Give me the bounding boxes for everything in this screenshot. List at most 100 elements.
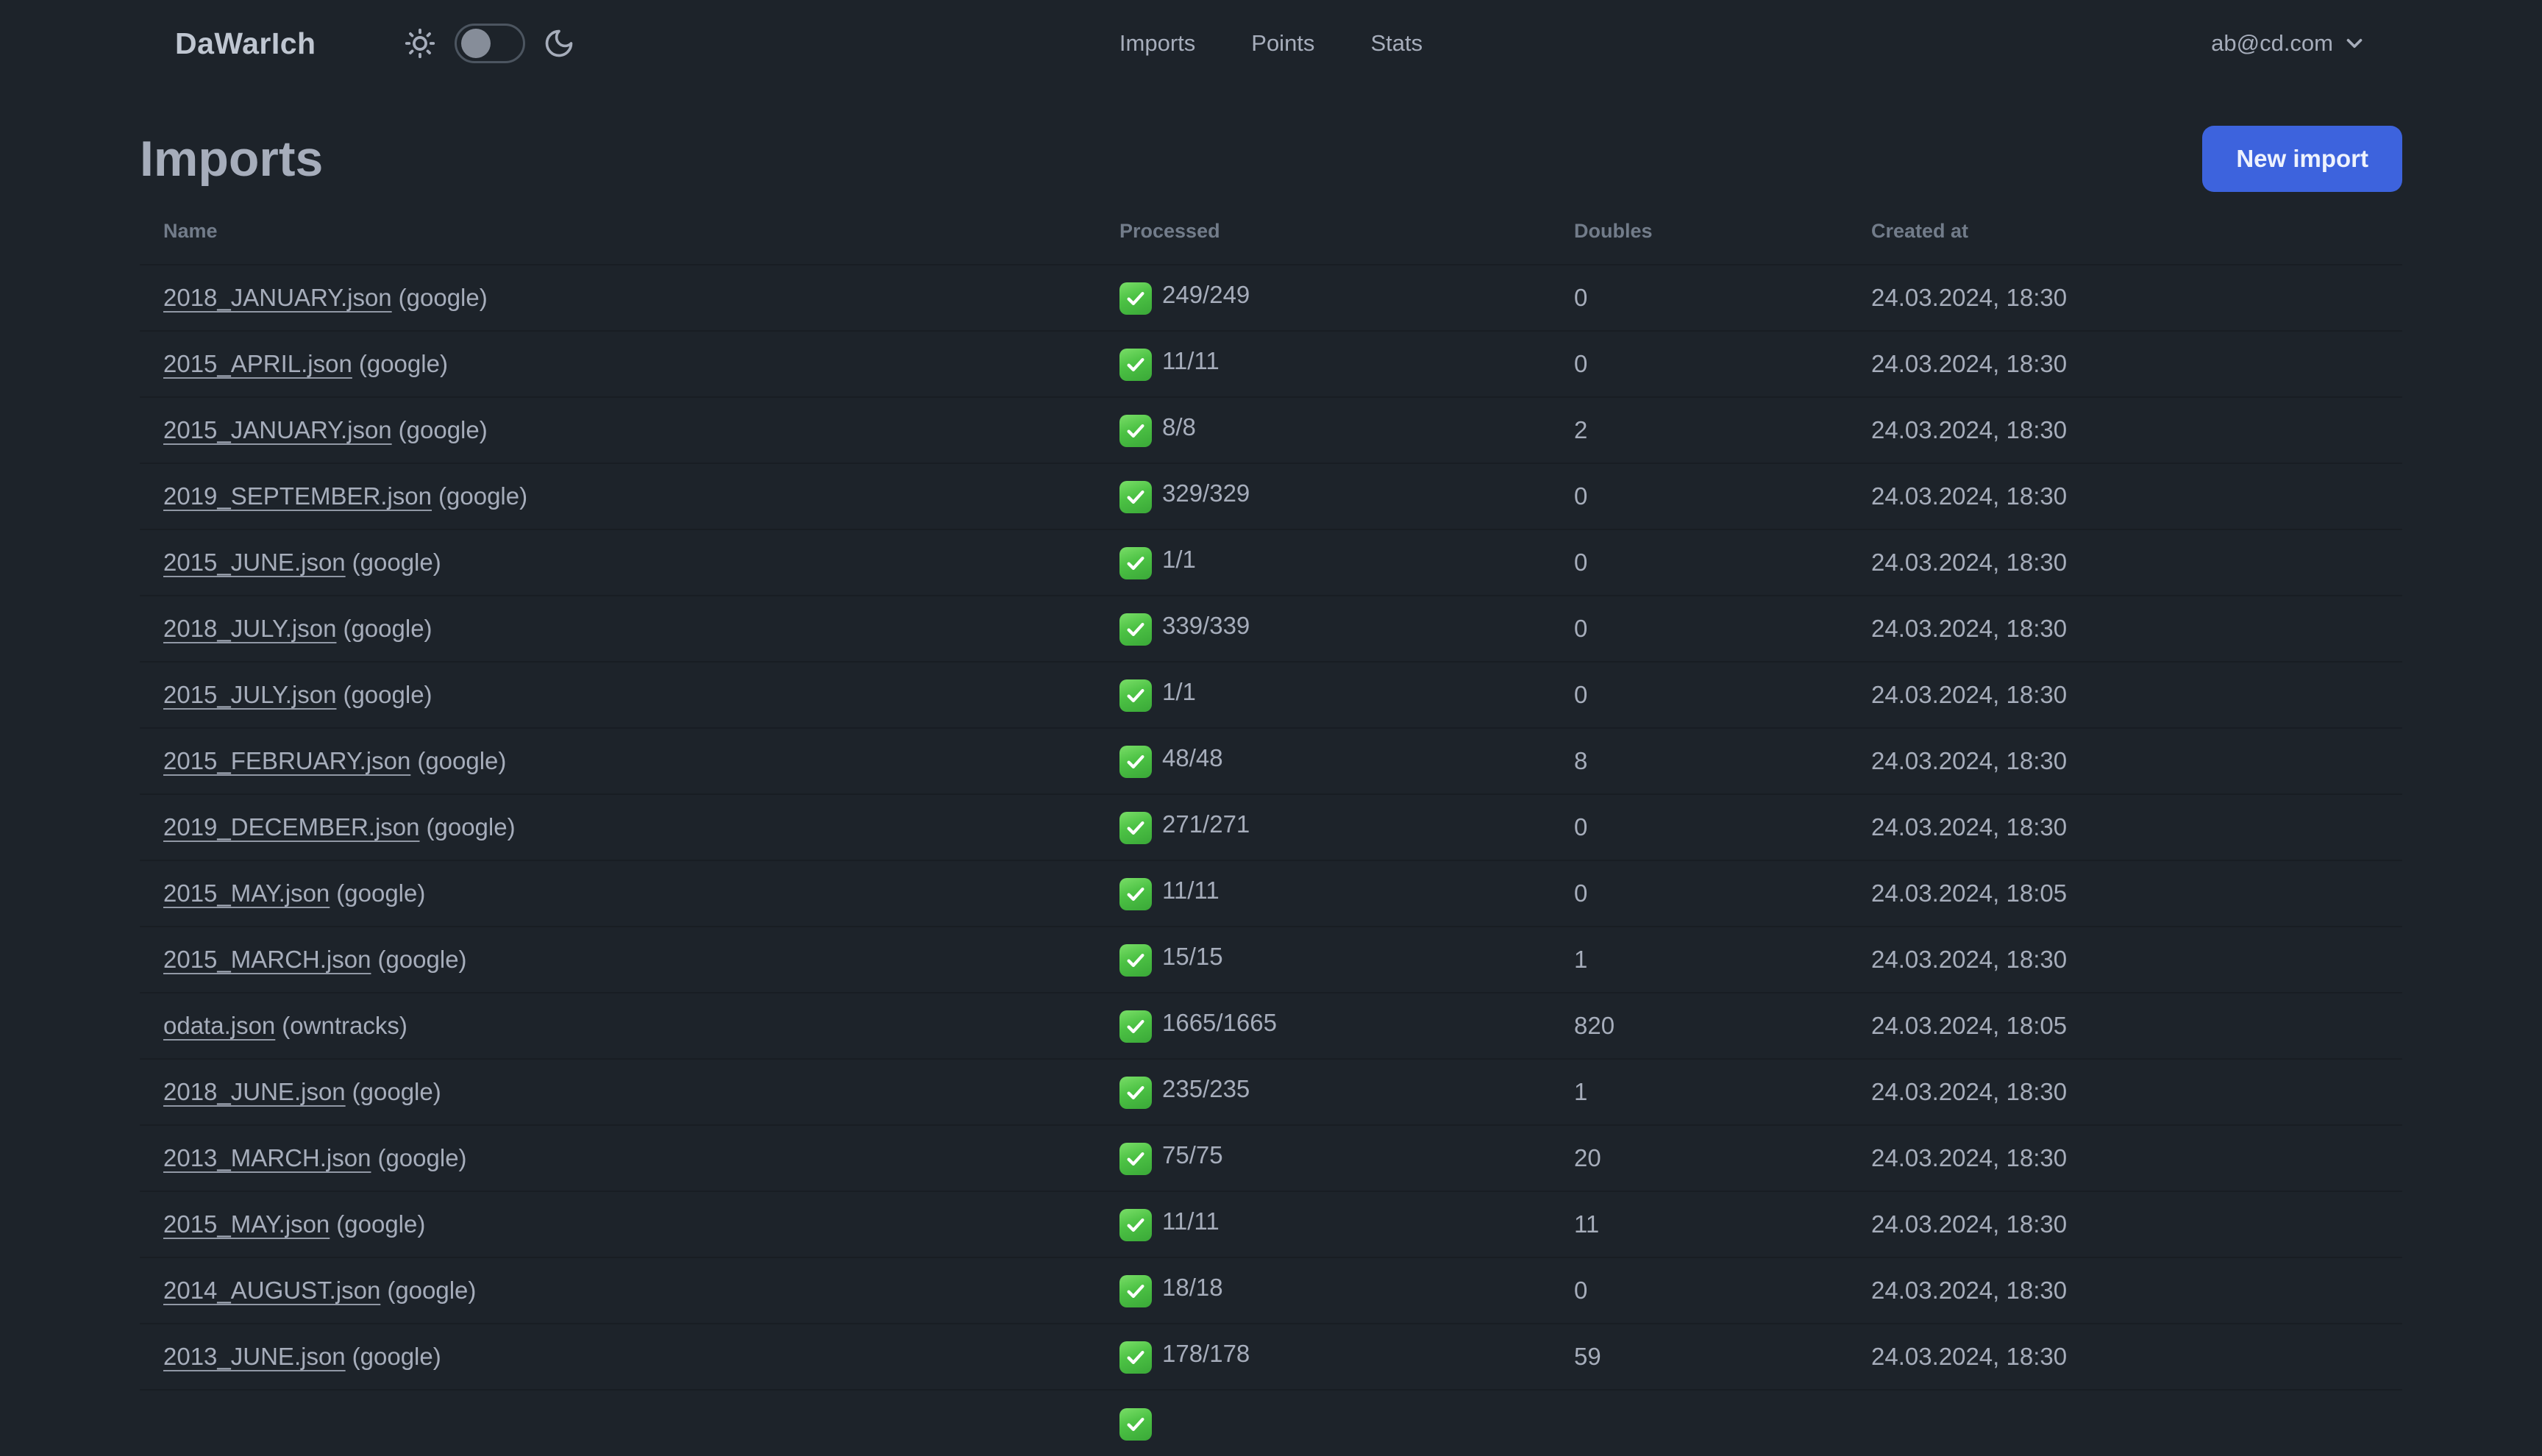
processed-cell: 8/8 — [1096, 397, 1551, 464]
new-import-button[interactable]: New import — [2202, 126, 2402, 192]
processed-cell — [1096, 1390, 1551, 1456]
import-source-label: (google) — [336, 1210, 426, 1238]
import-file-link[interactable]: 2015_MAY.json — [163, 879, 330, 907]
theme-toggle[interactable] — [454, 24, 525, 63]
import-file-link[interactable]: 2015_MAY.json — [163, 1210, 330, 1238]
import-file-link[interactable]: 2018_JUNE.json — [163, 1078, 346, 1105]
import-source-label: (google) — [352, 1078, 441, 1105]
import-file-link[interactable]: 2015_APRIL.json — [163, 350, 352, 377]
import-source-label: (google) — [377, 1144, 467, 1171]
import-file-link[interactable]: 2014_AUGUST.json — [163, 1277, 380, 1304]
import-file-link[interactable]: 2015_JANUARY.json — [163, 416, 392, 443]
doubles-cell: 11 — [1551, 1191, 1848, 1258]
nav-link-stats[interactable]: Stats — [1370, 30, 1423, 57]
processed-count: 1/1 — [1162, 678, 1196, 705]
import-file-link[interactable]: 2019_DECEMBER.json — [163, 813, 420, 841]
created-at-cell: 24.03.2024, 18:30 — [1848, 397, 2402, 464]
created-at-cell: 24.03.2024, 18:30 — [1848, 1059, 2402, 1126]
table-row: 2015_FEBRUARY.json (google) 48/48 8 24.03… — [140, 728, 2402, 795]
chevron-down-icon — [2346, 38, 2363, 49]
processed-cell: 1/1 — [1096, 662, 1551, 729]
check-badge-icon — [1119, 547, 1152, 579]
check-badge-icon — [1119, 349, 1152, 381]
table-row: 2019_SEPTEMBER.json (google) 329/329 0 24… — [140, 463, 2402, 530]
processed-count: 11/11 — [1162, 347, 1220, 374]
app-logo[interactable]: DaWarIch — [175, 26, 316, 61]
nav-link-imports[interactable]: Imports — [1119, 30, 1195, 57]
processed-count: 329/329 — [1162, 479, 1250, 507]
import-file-link[interactable]: 2018_JULY.json — [163, 615, 336, 642]
processed-count: 18/18 — [1162, 1274, 1223, 1301]
table-row: 2015_APRIL.json (google) 11/11 0 24.03.20… — [140, 331, 2402, 398]
name-cell: 2015_MAY.json (google) — [140, 860, 1096, 927]
name-cell: 2015_JULY.json (google) — [140, 662, 1096, 729]
processed-cell: 249/249 — [1096, 265, 1551, 332]
doubles-cell: 0 — [1551, 463, 1848, 530]
doubles-cell: 0 — [1551, 860, 1848, 927]
processed-cell: 339/339 — [1096, 596, 1551, 663]
import-file-link[interactable]: 2015_JUNE.json — [163, 549, 346, 576]
name-cell: 2018_JUNE.json (google) — [140, 1059, 1096, 1126]
import-file-link[interactable]: 2015_MARCH.json — [163, 946, 371, 973]
import-file-link[interactable]: 2013_MARCH.json — [163, 1144, 371, 1171]
check-badge-icon — [1119, 481, 1152, 513]
import-source-label: (google) — [358, 350, 448, 377]
processed-count: 235/235 — [1162, 1075, 1250, 1102]
name-cell: 2015_JANUARY.json (google) — [140, 397, 1096, 464]
table-row: 2015_JANUARY.json (google) 8/8 2 24.03.20… — [140, 397, 2402, 464]
import-file-link[interactable]: 2015_JULY.json — [163, 681, 336, 708]
name-cell: 2019_DECEMBER.json (google) — [140, 794, 1096, 861]
sun-icon — [405, 28, 435, 59]
import-file-link[interactable]: 2013_JUNE.json — [163, 1343, 346, 1370]
table-row: odata.json (owntracks) 1665/1665 820 24.0… — [140, 993, 2402, 1060]
processed-count: 249/249 — [1162, 281, 1250, 308]
doubles-cell: 820 — [1551, 993, 1848, 1060]
processed-cell: 1665/1665 — [1096, 993, 1551, 1060]
import-file-link[interactable]: 2015_FEBRUARY.json — [163, 747, 410, 774]
processed-count: 1665/1665 — [1162, 1009, 1277, 1036]
doubles-cell: 0 — [1551, 529, 1848, 596]
import-file-link[interactable]: 2018_JANUARY.json — [163, 284, 392, 311]
processed-cell: 15/15 — [1096, 927, 1551, 993]
created-at-cell: 24.03.2024, 18:30 — [1848, 1125, 2402, 1192]
check-badge-icon — [1119, 1143, 1152, 1175]
theme-toggle-knob[interactable] — [460, 29, 491, 58]
processed-count: 178/178 — [1162, 1340, 1250, 1367]
import-source-label: (google) — [398, 416, 488, 443]
page-header: Imports New import — [140, 125, 2402, 193]
name-cell: 2013_JUNE.json (google) — [140, 1324, 1096, 1391]
theme-switcher — [403, 24, 575, 63]
import-source-label: (owntracks) — [282, 1012, 407, 1039]
name-cell: 2014_AUGUST.json (google) — [140, 1257, 1096, 1324]
table-row: 2018_JUNE.json (google) 235/235 1 24.03.2… — [140, 1059, 2402, 1126]
column-header-processed: Processed — [1096, 199, 1551, 265]
created-at-cell: 24.03.2024, 18:30 — [1848, 1257, 2402, 1324]
table-row: 2015_JULY.json (google) 1/1 0 24.03.2024,… — [140, 662, 2402, 729]
processed-cell: 11/11 — [1096, 1191, 1551, 1258]
created-at-cell: 24.03.2024, 18:30 — [1848, 265, 2402, 332]
processed-cell: 271/271 — [1096, 794, 1551, 861]
created-at-cell: 24.03.2024, 18:30 — [1848, 463, 2402, 530]
table-row: 2015_JUNE.json (google) 1/1 0 24.03.2024,… — [140, 529, 2402, 596]
table-row: 2018_JANUARY.json (google) 249/249 0 24.0… — [140, 265, 2402, 332]
user-menu[interactable]: ab@cd.com — [2211, 30, 2367, 57]
name-cell: 2013_MARCH.json (google) — [140, 1125, 1096, 1192]
processed-cell: 329/329 — [1096, 463, 1551, 530]
import-source-label: (google) — [398, 284, 488, 311]
doubles-cell: 0 — [1551, 1257, 1848, 1324]
check-badge-icon — [1119, 1275, 1152, 1307]
table-row: 2015_MAY.json (google) 11/11 11 24.03.202… — [140, 1191, 2402, 1258]
main-content: Imports New import Name Processed Double… — [0, 125, 2542, 1456]
table-row: 2013_JUNE.json (google) 178/178 59 24.03.… — [140, 1324, 2402, 1391]
processed-cell: 11/11 — [1096, 860, 1551, 927]
import-file-link[interactable]: 2019_SEPTEMBER.json — [163, 482, 432, 510]
import-source-label: (google) — [343, 681, 432, 708]
processed-cell: 1/1 — [1096, 529, 1551, 596]
processed-count: 1/1 — [1162, 546, 1196, 573]
nav-link-points[interactable]: Points — [1251, 30, 1314, 57]
created-at-cell: 24.03.2024, 18:30 — [1848, 927, 2402, 993]
created-at-cell: 24.03.2024, 18:30 — [1848, 794, 2402, 861]
table-row: 2015_MAY.json (google) 11/11 0 24.03.2024… — [140, 860, 2402, 927]
created-at-cell: 24.03.2024, 18:30 — [1848, 331, 2402, 398]
import-file-link[interactable]: odata.json — [163, 1012, 275, 1039]
